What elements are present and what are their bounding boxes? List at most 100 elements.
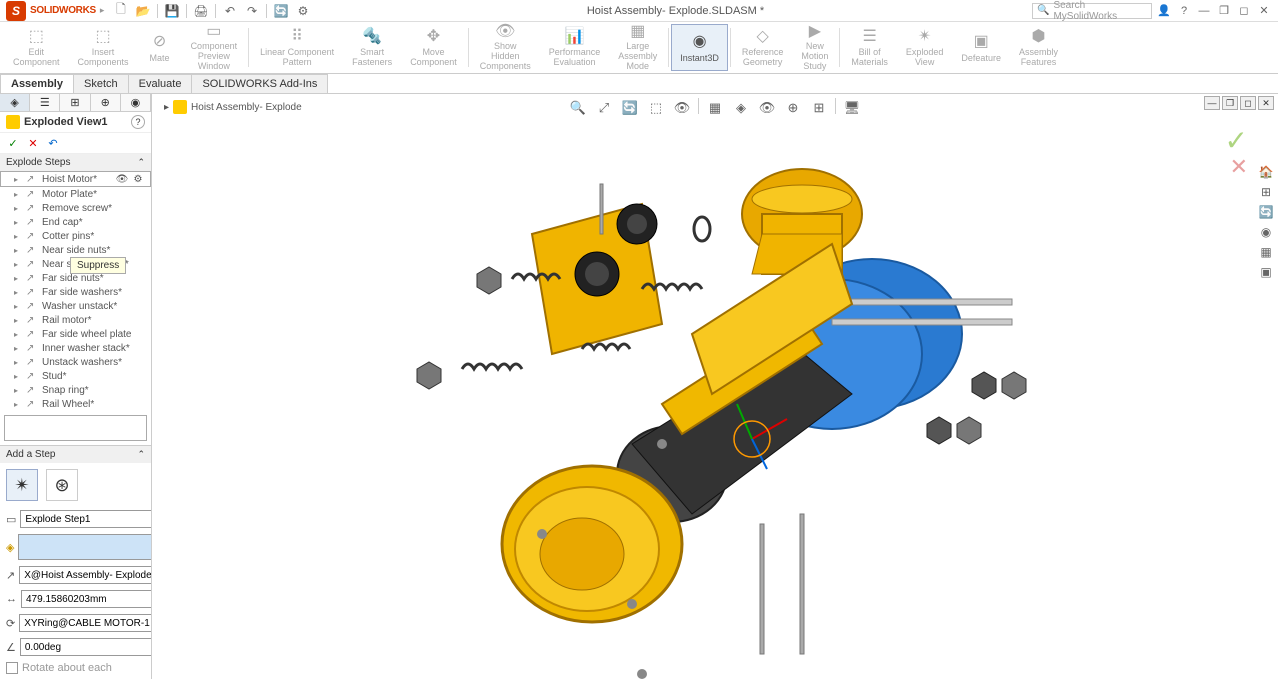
regular-step-icon[interactable]: ✴	[6, 469, 38, 501]
restore-icon[interactable]: ❐	[1216, 3, 1232, 19]
confirm-cancel-icon[interactable]: ✕	[1230, 154, 1248, 180]
explode-step-item[interactable]: ▸↗Snap ring*	[0, 383, 151, 397]
ribbon-exploded[interactable]: ✴ExplodedView	[897, 24, 953, 71]
vp-tool-icon[interactable]: 🔄	[620, 98, 640, 118]
explode-step-item[interactable]: ▸↗Inner washer stack*	[0, 341, 151, 355]
vp-tool-icon[interactable]: ▦	[705, 98, 725, 118]
ribbon-new[interactable]: ▶NewMotionStudy	[792, 24, 837, 71]
explode-step-item[interactable]: ▸↗Washer unstack*	[0, 299, 151, 313]
vp-tool-icon[interactable]: ⊕	[783, 98, 803, 118]
explode-step-item[interactable]: ▸↗Unstack washers*	[0, 355, 151, 369]
tab-sketch[interactable]: Sketch	[73, 74, 129, 93]
property-tab[interactable]: ☰	[30, 94, 60, 111]
breadcrumb[interactable]: ▸ Hoist Assembly- Explode	[164, 100, 302, 114]
task-pane-icon[interactable]: ▦	[1258, 244, 1274, 260]
rotaxis-input[interactable]	[19, 614, 152, 632]
task-pane-icon[interactable]: 🏠	[1258, 164, 1274, 180]
vp-maximize-icon[interactable]: ◻	[1240, 96, 1256, 110]
ribbon-instant3d[interactable]: ◉Instant3D	[671, 24, 728, 71]
dimxpert-tab[interactable]: ⊕	[91, 94, 121, 111]
vp-tool-icon[interactable]: 🔍	[568, 98, 588, 118]
vp-tool-icon[interactable]: 👁	[672, 98, 692, 118]
explode-step-item[interactable]: ▸↗Motor Plate*	[0, 187, 151, 201]
explode-step-item[interactable]: ▸↗Remove screw*	[0, 201, 151, 215]
vp-tool-icon[interactable]: ◈	[731, 98, 751, 118]
vp-tool-icon[interactable]: 🖥	[842, 98, 862, 118]
search-box[interactable]: 🔍 Search MySolidWorks	[1032, 3, 1152, 19]
distance-input[interactable]	[21, 590, 152, 608]
explode-step-item[interactable]: ▸↗End cap*	[0, 215, 151, 229]
tab-evaluate[interactable]: Evaluate	[128, 74, 193, 93]
ok-button[interactable]: ✓	[6, 136, 20, 150]
cancel-button[interactable]: ✕	[26, 136, 40, 150]
task-pane-icon[interactable]: ◉	[1258, 224, 1274, 240]
options-icon[interactable]: ⚙	[295, 3, 311, 19]
eye-icon[interactable]: 👁	[115, 172, 129, 186]
explode-step-item[interactable]: ▸↗Far side wheel plate	[0, 327, 151, 341]
explode-step-item[interactable]: ▸↗Near side nuts*	[0, 243, 151, 257]
open-file-icon[interactable]: 📂	[135, 3, 151, 19]
component-input[interactable]	[18, 534, 152, 560]
ribbon-defeature[interactable]: ▣Defeature	[952, 24, 1010, 71]
steps-empty-box[interactable]	[4, 415, 147, 441]
explode-steps-header[interactable]: Explode Steps ⌃	[0, 154, 151, 171]
minimize-icon[interactable]: —	[1196, 3, 1212, 19]
ribbon-edit[interactable]: ⬚EditComponent	[4, 24, 69, 71]
radial-step-icon[interactable]: ⊛	[46, 469, 78, 501]
ribbon-smart[interactable]: 🔩SmartFasteners	[343, 24, 401, 71]
config-tab[interactable]: ⊞	[60, 94, 90, 111]
help-icon[interactable]: ?	[1176, 3, 1192, 19]
explode-step-item[interactable]: ▸↗Hoist Motor*👁⚙	[0, 171, 151, 187]
ribbon-insert[interactable]: ⬚InsertComponents	[69, 24, 138, 71]
ribbon-assembly[interactable]: ⬢AssemblyFeatures	[1010, 24, 1067, 71]
explode-step-item[interactable]: ▸↗Cotter pins*	[0, 229, 151, 243]
redo-icon[interactable]: ↷	[244, 3, 260, 19]
task-pane-icon[interactable]: ⊞	[1258, 184, 1274, 200]
vp-close-icon[interactable]: ✕	[1258, 96, 1274, 110]
explode-step-item[interactable]: ▸↗Stud*	[0, 369, 151, 383]
feature-tree-tab[interactable]: ◈	[0, 94, 30, 111]
login-icon[interactable]: 👤	[1156, 3, 1172, 19]
step-name-input[interactable]	[20, 510, 152, 528]
ribbon-linear-component[interactable]: ⠿Linear ComponentPattern	[251, 24, 343, 71]
undo-icon[interactable]: ↶	[222, 3, 238, 19]
graphics-viewport[interactable]: ▸ Hoist Assembly- Explode 🔍⤢🔄⬚👁▦◈👁⊕⊞🖥 — …	[152, 94, 1278, 679]
new-file-icon[interactable]: 🗋	[113, 3, 129, 19]
direction-input[interactable]	[19, 566, 152, 584]
hoist-assembly-model[interactable]	[332, 144, 1052, 679]
display-tab[interactable]: ◉	[121, 94, 151, 111]
tab-solidworks-add-ins[interactable]: SOLIDWORKS Add-Ins	[191, 74, 328, 93]
rebuild-icon[interactable]: 🔄	[273, 3, 289, 19]
angle-input[interactable]	[20, 638, 152, 656]
task-pane-icon[interactable]: ▣	[1258, 264, 1274, 280]
help-button[interactable]: ?	[131, 115, 145, 129]
vp-tool-icon[interactable]: ⊞	[809, 98, 829, 118]
ribbon-component[interactable]: ▭ComponentPreviewWindow	[182, 24, 247, 71]
add-step-header[interactable]: Add a Step ⌃	[0, 446, 151, 463]
rotate-each-checkbox[interactable]	[6, 662, 18, 674]
confirm-check-icon[interactable]: ✓	[1225, 124, 1248, 157]
vp-tool-icon[interactable]: ⬚	[646, 98, 666, 118]
ribbon-move[interactable]: ✥MoveComponent	[401, 24, 466, 71]
vp-tool-icon[interactable]: 👁	[757, 98, 777, 118]
explode-step-item[interactable]: ▸↗Rail Wheel*	[0, 397, 151, 411]
save-icon[interactable]: 💾	[164, 3, 180, 19]
ribbon-large[interactable]: ▦LargeAssemblyMode	[609, 24, 666, 71]
vp-minimize-icon[interactable]: —	[1204, 96, 1220, 110]
vp-tool-icon[interactable]: ⤢	[594, 98, 614, 118]
tab-assembly[interactable]: Assembly	[0, 74, 74, 93]
undo-button[interactable]: ↶	[46, 136, 60, 150]
gear-icon[interactable]: ⚙	[131, 172, 145, 186]
explode-step-item[interactable]: ▸↗Rail motor*	[0, 313, 151, 327]
vp-restore-icon[interactable]: ❐	[1222, 96, 1238, 110]
print-icon[interactable]: 🖨	[193, 3, 209, 19]
ribbon-mate[interactable]: ⊘Mate	[138, 24, 182, 71]
maximize-icon[interactable]: ◻	[1236, 3, 1252, 19]
explode-step-item[interactable]: ▸↗Far side washers*	[0, 285, 151, 299]
ribbon-show[interactable]: 👁ShowHiddenComponents	[471, 24, 540, 71]
close-icon[interactable]: ✕	[1256, 3, 1272, 19]
ribbon-reference[interactable]: ◇ReferenceGeometry	[733, 24, 793, 71]
task-pane-icon[interactable]: 🔄	[1258, 204, 1274, 220]
ribbon-performance[interactable]: 📊PerformanceEvaluation	[540, 24, 610, 71]
ribbon-bill-of[interactable]: ☰Bill ofMaterials	[842, 24, 897, 71]
